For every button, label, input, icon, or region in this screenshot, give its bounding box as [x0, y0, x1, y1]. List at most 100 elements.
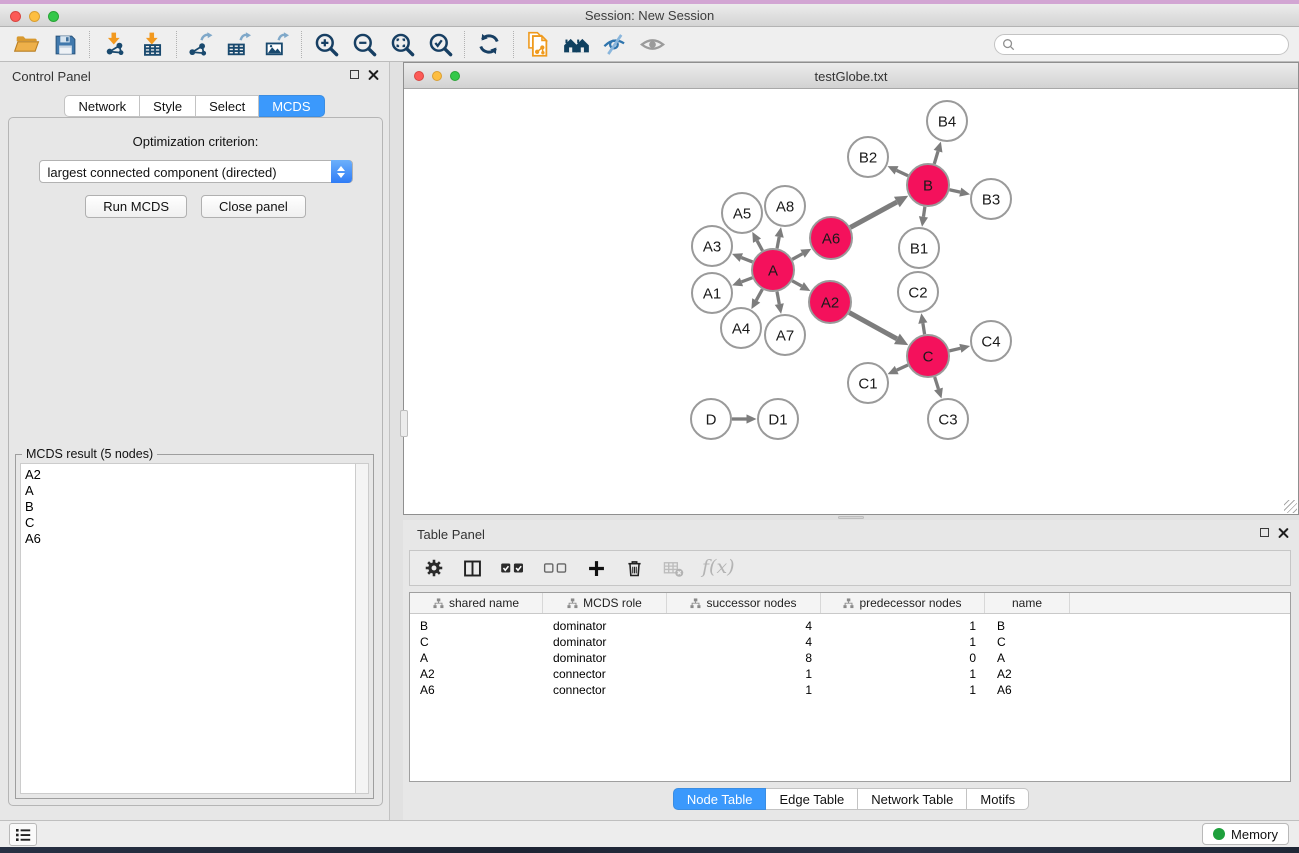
- vertical-splitter-grip[interactable]: [400, 410, 408, 437]
- table-cell[interactable]: dominator: [543, 618, 667, 634]
- graph-node-B2[interactable]: B2: [848, 137, 888, 177]
- delete-table-button[interactable]: [662, 558, 685, 579]
- column-header-shared-name[interactable]: shared name: [410, 593, 543, 613]
- table-cell[interactable]: C: [985, 634, 1070, 650]
- mcds-result-item[interactable]: B: [25, 499, 368, 515]
- network-window-titlebar[interactable]: testGlobe.txt: [404, 63, 1298, 89]
- function-builder-button[interactable]: f(x): [702, 556, 735, 578]
- network-from-document-button[interactable]: [519, 29, 557, 60]
- column-header-mcds-role[interactable]: MCDS role: [543, 593, 667, 613]
- network-canvas[interactable]: AA1A2A3A4A5A6A7A8BB1B2B3B4CC1C2C3C4DD1: [404, 89, 1298, 514]
- graph-node-C1[interactable]: C1: [848, 363, 888, 403]
- table-cell[interactable]: 1: [821, 634, 985, 650]
- graph-edge-B-B3[interactable]: [949, 188, 970, 197]
- table-cell[interactable]: A: [985, 650, 1070, 666]
- task-history-button[interactable]: [9, 823, 37, 846]
- graph-edge-B-B4[interactable]: [934, 142, 943, 164]
- close-table-panel-icon[interactable]: [1278, 527, 1289, 538]
- optimization-criterion-select[interactable]: largest connected component (directed): [39, 160, 353, 183]
- column-header-predecessor-nodes[interactable]: predecessor nodes: [821, 593, 985, 613]
- graph-node-A5[interactable]: A5: [722, 193, 762, 233]
- graph-node-A4[interactable]: A4: [721, 308, 761, 348]
- graph-node-C4[interactable]: C4: [971, 321, 1011, 361]
- open-file-button[interactable]: [8, 29, 46, 60]
- graph-node-A6[interactable]: A6: [810, 217, 852, 259]
- tab-motifs[interactable]: Motifs: [967, 788, 1029, 810]
- split-columns-button[interactable]: [462, 558, 483, 579]
- float-table-panel-icon[interactable]: [1260, 528, 1269, 537]
- show-hide-panel-button[interactable]: [633, 29, 671, 60]
- mcds-result-item[interactable]: C: [25, 515, 368, 531]
- table-row[interactable]: Bdominator41B: [410, 618, 1290, 634]
- table-cell[interactable]: A2: [985, 666, 1070, 682]
- float-panel-icon[interactable]: [350, 70, 359, 79]
- table-cell[interactable]: 1: [821, 682, 985, 698]
- graph-node-B3[interactable]: B3: [971, 179, 1011, 219]
- table-cell[interactable]: 4: [667, 634, 821, 650]
- table-cell[interactable]: connector: [543, 682, 667, 698]
- table-cell[interactable]: 4: [667, 618, 821, 634]
- graph-edge-C-C1[interactable]: [888, 365, 908, 374]
- graph-edge-C-C4[interactable]: [949, 344, 970, 353]
- tab-edge-table[interactable]: Edge Table: [766, 788, 858, 810]
- table-cell[interactable]: B: [985, 618, 1070, 634]
- mcds-result-item[interactable]: A6: [25, 531, 368, 547]
- select-all-button[interactable]: [500, 558, 526, 578]
- graph-edge-B-B2[interactable]: [887, 166, 908, 176]
- graph-node-A2[interactable]: A2: [809, 281, 851, 323]
- result-scrollbar[interactable]: [355, 464, 368, 793]
- graph-edge-A2-C[interactable]: [849, 313, 908, 346]
- mcds-result-item[interactable]: A2: [25, 467, 368, 483]
- column-header-successor-nodes[interactable]: successor nodes: [667, 593, 821, 613]
- graph-node-B1[interactable]: B1: [899, 228, 939, 268]
- table-cell[interactable]: dominator: [543, 634, 667, 650]
- graph-edge-C-C3[interactable]: [934, 377, 943, 399]
- graph-node-C2[interactable]: C2: [898, 272, 938, 312]
- export-image-button[interactable]: [258, 29, 296, 60]
- graph-node-B4[interactable]: B4: [927, 101, 967, 141]
- run-mcds-button[interactable]: Run MCDS: [85, 195, 187, 218]
- graph-node-C[interactable]: C: [907, 335, 949, 377]
- tab-network-table[interactable]: Network Table: [858, 788, 967, 810]
- search-input[interactable]: [1019, 37, 1269, 51]
- graph-edge-B-B1[interactable]: [919, 207, 928, 227]
- table-row[interactable]: A2connector11A2: [410, 666, 1290, 682]
- graph-node-A7[interactable]: A7: [765, 315, 805, 355]
- table-row[interactable]: A6connector11A6: [410, 682, 1290, 698]
- graph-edge-A-A1[interactable]: [732, 278, 752, 287]
- deselect-all-button[interactable]: [543, 558, 569, 578]
- add-row-button[interactable]: [586, 558, 607, 579]
- tab-node-table[interactable]: Node Table: [673, 788, 767, 810]
- graph-edge-A-A6[interactable]: [792, 249, 811, 260]
- graph-edge-D-D1[interactable]: [732, 414, 757, 423]
- graph-edge-A-A7[interactable]: [775, 292, 784, 314]
- table-cell[interactable]: C: [410, 634, 543, 650]
- tab-select[interactable]: Select: [196, 95, 259, 117]
- window-resize-grip[interactable]: [1284, 500, 1297, 513]
- table-cell[interactable]: dominator: [543, 650, 667, 666]
- table-cell[interactable]: A2: [410, 666, 543, 682]
- table-cell[interactable]: connector: [543, 666, 667, 682]
- import-network-button[interactable]: [95, 29, 133, 60]
- combo-stepper-icon[interactable]: [331, 160, 352, 183]
- export-network-button[interactable]: [182, 29, 220, 60]
- tab-style[interactable]: Style: [140, 95, 196, 117]
- close-panel-icon[interactable]: [368, 69, 379, 80]
- memory-button[interactable]: Memory: [1202, 823, 1289, 845]
- table-row[interactable]: Cdominator41C: [410, 634, 1290, 650]
- tab-network[interactable]: Network: [64, 95, 140, 117]
- table-cell[interactable]: 1: [667, 666, 821, 682]
- mcds-result-item[interactable]: A: [25, 483, 368, 499]
- table-cell[interactable]: A6: [985, 682, 1070, 698]
- graph-edge-A-A2[interactable]: [792, 281, 810, 291]
- zoom-selected-button[interactable]: [421, 29, 459, 60]
- graph-node-B[interactable]: B: [907, 164, 949, 206]
- table-cell[interactable]: 1: [821, 618, 985, 634]
- zoom-out-button[interactable]: [345, 29, 383, 60]
- table-cell[interactable]: 1: [821, 666, 985, 682]
- table-cell[interactable]: 1: [667, 682, 821, 698]
- graph-node-D[interactable]: D: [691, 399, 731, 439]
- graph-node-A3[interactable]: A3: [692, 226, 732, 266]
- houses-button[interactable]: [557, 29, 595, 60]
- column-header-name[interactable]: name: [985, 593, 1070, 613]
